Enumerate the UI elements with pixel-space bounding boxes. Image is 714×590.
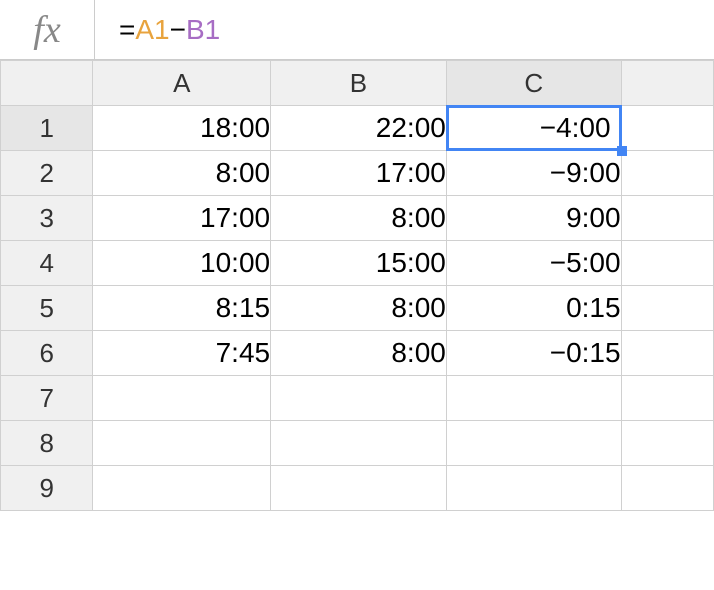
cell-extra-8[interactable] xyxy=(621,421,713,466)
row-header-3[interactable]: 3 xyxy=(1,196,93,241)
formula-cell-ref-b1: B1 xyxy=(186,14,220,46)
cell-extra-9[interactable] xyxy=(621,466,713,511)
cell-b1[interactable]: 22:00 xyxy=(271,106,447,151)
cell-c1[interactable]: −4:00 xyxy=(446,106,621,151)
cell-b4[interactable]: 15:00 xyxy=(271,241,447,286)
cell-extra-6[interactable] xyxy=(621,331,713,376)
row-header-5[interactable]: 5 xyxy=(1,286,93,331)
cell-c4[interactable]: −5:00 xyxy=(446,241,621,286)
cell-a6[interactable]: 7:45 xyxy=(93,331,271,376)
cell-b2[interactable]: 17:00 xyxy=(271,151,447,196)
formula-input[interactable]: =A1−B1 xyxy=(95,0,714,59)
cell-b3[interactable]: 8:00 xyxy=(271,196,447,241)
cell-c8[interactable] xyxy=(446,421,621,466)
col-header-b[interactable]: B xyxy=(271,61,447,106)
row-4: 4 10:00 15:00 −5:00 xyxy=(1,241,714,286)
cell-extra-5[interactable] xyxy=(621,286,713,331)
cell-b7[interactable] xyxy=(271,376,447,421)
col-header-a[interactable]: A xyxy=(93,61,271,106)
cell-a5[interactable]: 8:15 xyxy=(93,286,271,331)
row-3: 3 17:00 8:00 9:00 xyxy=(1,196,714,241)
row-9: 9 xyxy=(1,466,714,511)
row-7: 7 xyxy=(1,376,714,421)
cell-b9[interactable] xyxy=(271,466,447,511)
cell-a4[interactable]: 10:00 xyxy=(93,241,271,286)
cell-c9[interactable] xyxy=(446,466,621,511)
fill-handle[interactable] xyxy=(617,146,627,156)
cell-extra-3[interactable] xyxy=(621,196,713,241)
fx-icon[interactable]: fx xyxy=(0,0,95,59)
cell-c6[interactable]: −0:15 xyxy=(446,331,621,376)
row-header-8[interactable]: 8 xyxy=(1,421,93,466)
row-header-2[interactable]: 2 xyxy=(1,151,93,196)
cell-c2[interactable]: −9:00 xyxy=(446,151,621,196)
row-6: 6 7:45 8:00 −0:15 xyxy=(1,331,714,376)
cell-a3[interactable]: 17:00 xyxy=(93,196,271,241)
formula-bar: fx =A1−B1 xyxy=(0,0,714,60)
col-header-extra[interactable] xyxy=(621,61,713,106)
formula-equals: = xyxy=(119,14,135,46)
cell-c7[interactable] xyxy=(446,376,621,421)
formula-cell-ref-a1: A1 xyxy=(135,14,169,46)
row-header-7[interactable]: 7 xyxy=(1,376,93,421)
cell-extra-7[interactable] xyxy=(621,376,713,421)
row-header-6[interactable]: 6 xyxy=(1,331,93,376)
col-header-c[interactable]: C xyxy=(446,61,621,106)
cell-extra-4[interactable] xyxy=(621,241,713,286)
cell-b8[interactable] xyxy=(271,421,447,466)
column-header-row: A B C xyxy=(1,61,714,106)
cell-c3[interactable]: 9:00 xyxy=(446,196,621,241)
row-header-1[interactable]: 1 xyxy=(1,106,93,151)
cell-extra-1[interactable] xyxy=(621,106,713,151)
selected-cell-content: −4:00 xyxy=(446,105,622,151)
cell-a7[interactable] xyxy=(93,376,271,421)
formula-minus: − xyxy=(170,14,186,46)
cell-b5[interactable]: 8:00 xyxy=(271,286,447,331)
row-1: 1 18:00 22:00 −4:00 xyxy=(1,106,714,151)
cell-a2[interactable]: 8:00 xyxy=(93,151,271,196)
row-header-4[interactable]: 4 xyxy=(1,241,93,286)
cell-a8[interactable] xyxy=(93,421,271,466)
spreadsheet-grid: A B C 1 18:00 22:00 −4:00 2 8:00 17:00 −… xyxy=(0,60,714,511)
cell-b6[interactable]: 8:00 xyxy=(271,331,447,376)
row-5: 5 8:15 8:00 0:15 xyxy=(1,286,714,331)
select-all-cell[interactable] xyxy=(1,61,93,106)
cell-extra-2[interactable] xyxy=(621,151,713,196)
cell-a9[interactable] xyxy=(93,466,271,511)
cell-c5[interactable]: 0:15 xyxy=(446,286,621,331)
row-2: 2 8:00 17:00 −9:00 xyxy=(1,151,714,196)
row-8: 8 xyxy=(1,421,714,466)
cell-a1[interactable]: 18:00 xyxy=(93,106,271,151)
row-header-9[interactable]: 9 xyxy=(1,466,93,511)
